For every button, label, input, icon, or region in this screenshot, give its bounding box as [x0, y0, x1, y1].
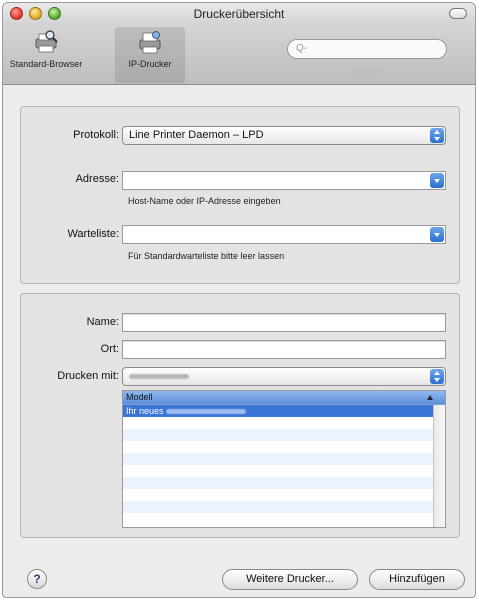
location-label: Ort:	[100, 343, 119, 355]
combo-arrow-icon[interactable]	[430, 173, 444, 188]
search-input[interactable]: Q-	[287, 39, 447, 59]
list-item[interactable]: Ihr neues	[123, 405, 445, 417]
queue-label: Warteliste:	[67, 228, 119, 240]
print-using-popup[interactable]	[122, 367, 446, 386]
address-hint: Host-Name oder IP-Adresse eingeben	[128, 196, 281, 206]
list-item-empty	[123, 501, 445, 513]
list-item-empty	[123, 429, 445, 441]
address-field[interactable]	[122, 171, 446, 190]
network-printer-icon	[139, 31, 161, 54]
list-item-empty	[123, 465, 445, 477]
name-field[interactable]	[122, 313, 446, 332]
toolbar-item-label: Standard-Browser	[9, 59, 83, 69]
search-label: Suchen	[351, 67, 383, 77]
toolbar-item-label: IP-Drucker	[128, 59, 172, 69]
toolbar-toggle-button[interactable]	[449, 8, 467, 19]
list-item-empty	[123, 477, 445, 489]
location-field[interactable]	[122, 340, 446, 359]
list-item-empty	[123, 513, 445, 525]
add-button[interactable]: Hinzufügen	[369, 569, 465, 590]
toolbar-item-standard-browser[interactable]: Standard-Browser	[9, 29, 83, 81]
queue-hint: Für Standardwarteliste bitte leer lassen	[128, 251, 285, 261]
combo-arrow-icon[interactable]	[430, 227, 444, 242]
printer-magnifier-icon	[35, 30, 58, 53]
name-label: Name:	[86, 316, 119, 328]
printer-browser-window: Druckerübersicht Standard-Browser IP-Dru…	[2, 2, 476, 598]
protocol-popup[interactable]: Line Printer Daemon – LPD	[122, 126, 446, 145]
model-list[interactable]: Modell Ihr neues	[122, 390, 446, 528]
list-item-empty	[123, 441, 445, 453]
sort-ascending-icon	[427, 395, 433, 400]
protocol-label: Protokoll:	[73, 129, 119, 141]
protocol-value: Line Printer Daemon – LPD	[129, 129, 264, 141]
window-title: Druckerübersicht	[193, 7, 285, 21]
help-button[interactable]: ?	[27, 569, 47, 589]
redacted-model-name	[166, 409, 247, 415]
title-bar[interactable]: Druckerübersicht	[3, 3, 475, 25]
toolbar-item-ip-printer[interactable]: IP-Drucker	[115, 27, 185, 83]
popup-arrows-icon	[430, 369, 444, 384]
more-printers-button[interactable]: Weitere Drucker...	[222, 569, 358, 590]
list-item-empty	[123, 453, 445, 465]
list-item-empty	[123, 417, 445, 429]
list-item-empty	[123, 489, 445, 501]
redacted-driver-name	[129, 373, 189, 379]
list-scrollbar[interactable]	[433, 405, 445, 527]
queue-field[interactable]	[122, 225, 446, 244]
toolbar: Standard-Browser IP-Drucker Q- Suchen	[3, 25, 475, 85]
model-column-header[interactable]: Modell	[123, 391, 445, 405]
search-placeholder: Q-	[296, 43, 308, 54]
popup-arrows-icon	[430, 128, 444, 143]
print-using-label: Drucken mit:	[57, 370, 119, 382]
address-label: Adresse:	[75, 173, 119, 185]
